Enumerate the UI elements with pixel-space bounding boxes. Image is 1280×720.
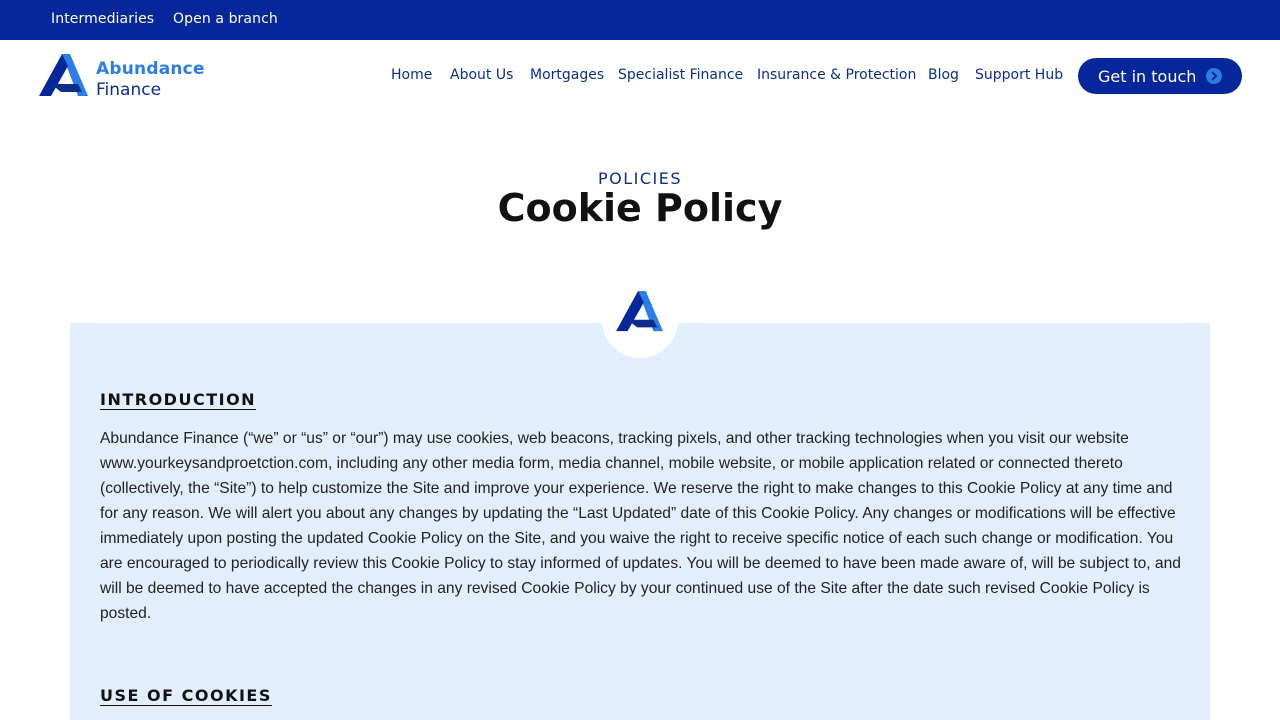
introduction-paragraph: Abundance Finance (“we” or “us” or “our”…: [100, 430, 1181, 622]
open-a-branch-link[interactable]: Open a branch: [173, 11, 278, 27]
brand-name-line1: Abundance: [96, 59, 205, 79]
nav-specialist-finance[interactable]: Specialist Finance: [618, 67, 743, 83]
nav-about-us[interactable]: About Us: [450, 67, 513, 83]
page-title: Cookie Policy: [497, 186, 783, 230]
brand-name-line2: Finance: [96, 80, 162, 100]
section-heading-introduction: INTRODUCTION: [100, 390, 257, 409]
section-heading-use-of-cookies: USE OF COOKIES: [100, 686, 272, 705]
nav-mortgages[interactable]: Mortgages: [530, 67, 604, 83]
brand-logo[interactable]: Abundance Finance: [38, 54, 218, 100]
top-utility-bar: Intermediaries Open a branch: [0, 0, 1280, 40]
logo-mark-icon: [39, 54, 88, 96]
intermediaries-link[interactable]: Intermediaries: [51, 11, 154, 27]
get-in-touch-label: Get in touch: [1098, 67, 1197, 86]
nav-support-hub[interactable]: Support Hub: [975, 67, 1063, 83]
logo-mark-icon: [616, 291, 663, 332]
nav-blog[interactable]: Blog: [928, 67, 959, 83]
nav-home[interactable]: Home: [391, 67, 432, 83]
get-in-touch-button[interactable]: Get in touch: [1078, 58, 1242, 94]
nav-insurance-protection[interactable]: Insurance & Protection: [757, 67, 916, 83]
logo-badge: [602, 282, 678, 358]
chevron-right-circle-icon: [1206, 68, 1222, 84]
